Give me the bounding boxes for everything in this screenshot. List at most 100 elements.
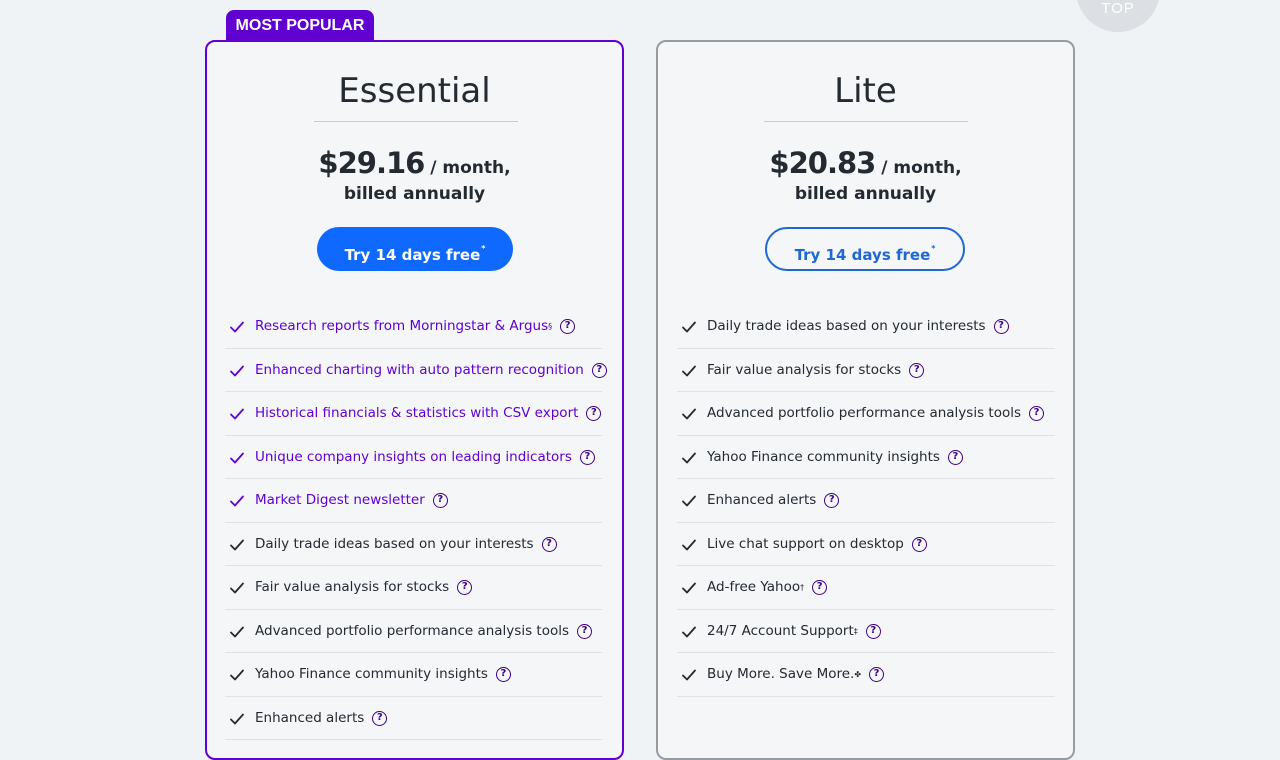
help-circle-icon[interactable]: ? — [372, 710, 388, 726]
feature-item: Enhanced alerts? — [677, 479, 1055, 523]
feature-label: Research reports from Morningstar & Argu… — [255, 318, 549, 334]
feature-text: Daily trade ideas based on your interest… — [255, 535, 557, 554]
plan-name: Lite — [834, 71, 897, 111]
check-icon — [682, 626, 696, 637]
help-circle-icon[interactable]: ? — [947, 449, 963, 465]
feature-text: Enhanced charting with auto pattern reco… — [255, 361, 607, 380]
feature-footnote-mark: § — [548, 322, 553, 331]
check-icon — [682, 582, 696, 594]
most-popular-badge: MOST POPULAR — [226, 10, 374, 41]
try-free-button[interactable]: Try 14 days free* — [765, 227, 965, 271]
feature-item: Daily trade ideas based on your interest… — [225, 523, 602, 566]
check-icon — [682, 669, 696, 681]
feature-label: Fair value analysis for stocks — [255, 579, 450, 595]
check-icon — [682, 539, 696, 550]
feature-list: Daily trade ideas based on your interest… — [677, 305, 1055, 697]
plan-card-lite: Lite $20.83 / month, billed annually Try… — [656, 40, 1075, 760]
plan-divider — [314, 121, 518, 122]
feature-text: Ad-free Yahoo †? — [707, 578, 828, 597]
check-icon — [230, 713, 244, 724]
feature-item: Advanced portfolio performance analysis … — [225, 610, 602, 653]
feature-text: Market Digest newsletter? — [255, 491, 448, 510]
scroll-to-top-button[interactable]: TOP — [1076, 0, 1160, 32]
help-circle-icon[interactable]: ? — [541, 536, 557, 552]
feature-text: Buy More. Save More. ✤? — [707, 665, 885, 684]
feature-item: Market Digest newsletter? — [225, 479, 602, 523]
help-circle-icon[interactable]: ? — [432, 493, 448, 508]
help-circle-icon[interactable]: ? — [869, 667, 885, 682]
feature-text: Enhanced alerts? — [255, 709, 388, 728]
check-icon — [230, 539, 244, 550]
feature-text: Research reports from Morningstar & Argu… — [255, 317, 576, 336]
feature-label: Advanced portfolio performance analysis … — [255, 622, 570, 639]
help-circle-icon[interactable]: ? — [579, 449, 595, 465]
check-icon — [682, 495, 696, 507]
feature-text: Unique company insights on leading indic… — [255, 448, 595, 467]
feature-text: Live chat support on desktop? — [707, 535, 927, 554]
feature-label: Unique company insights on leading indic… — [255, 448, 572, 465]
feature-item: Ad-free Yahoo †? — [677, 566, 1055, 610]
help-circle-icon[interactable]: ? — [560, 319, 576, 334]
check-icon — [230, 495, 244, 507]
feature-item: Advanced portfolio performance analysis … — [677, 392, 1055, 436]
feature-text: Enhanced alerts? — [707, 491, 840, 510]
feature-text: Historical financials & statistics with … — [255, 404, 602, 423]
check-icon — [682, 321, 696, 333]
feature-text: Daily trade ideas based on your interest… — [707, 317, 1009, 336]
help-circle-icon[interactable]: ? — [812, 580, 828, 595]
feature-text: Yahoo Finance community insights? — [707, 448, 963, 467]
plan-card-essential: Essential $29.16 / month, billed annuall… — [205, 40, 624, 760]
try-free-label: Try 14 days free — [344, 246, 481, 264]
feature-label: Enhanced charting with auto pattern reco… — [255, 361, 584, 378]
plan-divider — [764, 121, 968, 122]
help-circle-icon[interactable]: ? — [824, 493, 840, 508]
feature-label: Market Digest newsletter — [255, 492, 425, 508]
help-circle-icon[interactable]: ? — [911, 536, 927, 552]
feature-list: Research reports from Morningstar & Argu… — [225, 305, 607, 740]
check-icon — [682, 365, 696, 376]
feature-text: Advanced portfolio performance analysis … — [707, 404, 1045, 423]
help-circle-icon[interactable]: ? — [865, 623, 881, 639]
feature-item: Enhanced alerts? — [225, 697, 602, 740]
price-amount: $29.16 — [318, 146, 425, 180]
feature-item: Enhanced charting with auto pattern reco… — [225, 349, 607, 392]
feature-item: Yahoo Finance community insights? — [225, 653, 602, 697]
billing-note: billed annually — [794, 184, 937, 204]
feature-label: Fair value analysis for stocks — [707, 361, 902, 378]
plan-name: Essential — [338, 71, 491, 111]
try-free-footnote-mark: * — [931, 244, 936, 253]
feature-item: Research reports from Morningstar & Argu… — [225, 305, 602, 349]
try-free-footnote-mark: * — [481, 244, 486, 253]
help-circle-icon[interactable]: ? — [591, 362, 607, 378]
feature-text: 24/7 Account Support ‡? — [707, 622, 881, 641]
feature-item: Daily trade ideas based on your interest… — [677, 305, 1055, 349]
check-icon — [682, 408, 696, 420]
feature-label: Historical financials & statistics with … — [255, 405, 579, 421]
feature-label: Daily trade ideas based on your interest… — [707, 318, 986, 334]
feature-item: Fair value analysis for stocks? — [225, 566, 602, 610]
feature-text: Fair value analysis for stocks? — [707, 361, 925, 380]
price-period: / month, — [424, 158, 511, 178]
help-circle-icon[interactable]: ? — [993, 319, 1009, 334]
check-icon — [230, 669, 244, 681]
feature-label: Daily trade ideas based on your interest… — [255, 535, 534, 552]
price-period: / month, — [875, 158, 962, 178]
help-circle-icon[interactable]: ? — [577, 623, 593, 639]
feature-item: Yahoo Finance community insights? — [677, 436, 1055, 479]
feature-label: Enhanced alerts — [707, 492, 817, 508]
feature-text: Yahoo Finance community insights? — [255, 665, 511, 684]
help-circle-icon[interactable]: ? — [586, 406, 602, 421]
try-free-button[interactable]: Try 14 days free* — [317, 227, 513, 271]
try-free-label: Try 14 days free — [794, 246, 931, 264]
feature-item: Historical financials & statistics with … — [225, 392, 602, 436]
help-circle-icon[interactable]: ? — [909, 362, 925, 378]
help-circle-icon[interactable]: ? — [457, 580, 473, 595]
help-circle-icon[interactable]: ? — [495, 667, 511, 682]
check-icon — [682, 452, 696, 463]
help-circle-icon[interactable]: ? — [1029, 406, 1045, 421]
feature-item: Buy More. Save More. ✤? — [677, 653, 1055, 697]
check-icon — [230, 321, 244, 333]
feature-label: Enhanced alerts — [255, 709, 365, 726]
check-icon — [230, 582, 244, 594]
feature-text: Fair value analysis for stocks? — [255, 578, 473, 597]
